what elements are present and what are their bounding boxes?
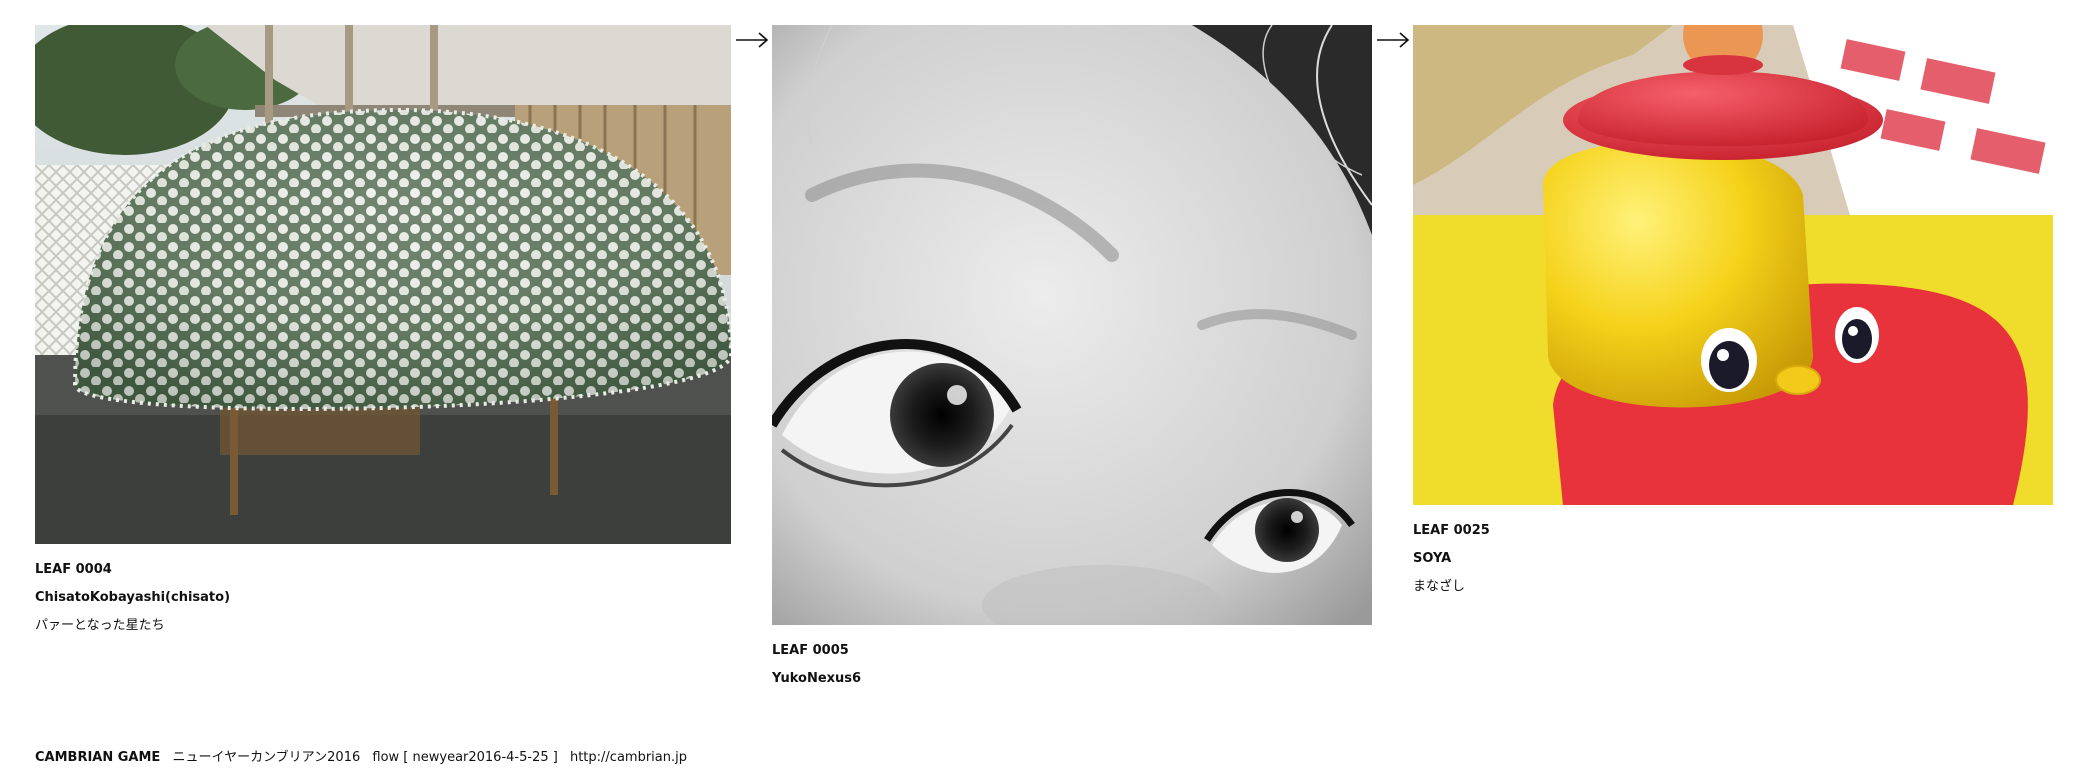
leaf-photo-0004[interactable]: [35, 25, 731, 544]
leaf-id[interactable]: LEAF 0025: [1413, 517, 2053, 545]
chrysanthemum-dome-image: [35, 25, 731, 544]
right-arrow-icon: [1377, 32, 1410, 48]
leaf-card-0005: LEAF 0005 YukoNexus6: [772, 25, 1372, 693]
footer-event: ニューイヤーカンブリアン2016: [172, 750, 361, 765]
leaf-photo-0005[interactable]: [772, 25, 1372, 625]
monochrome-eyes-image: [772, 25, 1372, 625]
leaf-card-0004: LEAF 0004 ChisatoKobayashi(chisato) パァーと…: [35, 25, 731, 640]
leaf-card-0025: LEAF 0025 SOYA まなざし: [1413, 25, 2053, 601]
footer-url-link[interactable]: http://cambrian.jp: [570, 750, 687, 765]
leaf-author[interactable]: SOYA: [1413, 545, 2053, 573]
footer-flow: flow [ newyear2016-4-5-25 ]: [372, 750, 558, 765]
footer: CAMBRIAN GAME ニューイヤーカンブリアン2016 flow [ ne…: [35, 746, 687, 765]
leaf-title: まなざし: [1413, 579, 1466, 594]
right-arrow-icon: [736, 32, 769, 48]
leaf-author[interactable]: YukoNexus6: [772, 665, 1372, 693]
leaf-author[interactable]: ChisatoKobayashi(chisato): [35, 584, 731, 612]
leaf-caption-0004: LEAF 0004 ChisatoKobayashi(chisato) パァーと…: [35, 556, 731, 640]
leaf-photo-0025[interactable]: [1413, 25, 2053, 505]
yellow-toy-image: [1413, 25, 2053, 505]
footer-brand[interactable]: CAMBRIAN GAME: [35, 750, 160, 765]
leaf-caption-0005: LEAF 0005 YukoNexus6: [772, 637, 1372, 693]
leaf-id[interactable]: LEAF 0004: [35, 556, 731, 584]
leaf-id[interactable]: LEAF 0005: [772, 637, 1372, 665]
leaf-title: パァーとなった星たち: [35, 618, 165, 633]
leaf-caption-0025: LEAF 0025 SOYA まなざし: [1413, 517, 2053, 601]
